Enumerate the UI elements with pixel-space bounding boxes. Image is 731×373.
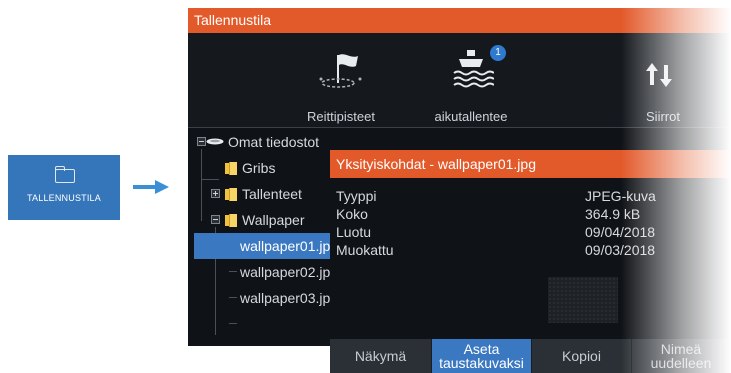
expand-icon[interactable] — [211, 189, 220, 198]
rename-button[interactable]: Nimeä uudelleen — [632, 339, 731, 373]
toolbar: Reittipisteet 1 aikutallentee Siirrot — [188, 33, 731, 128]
copy-button[interactable]: Kopioi — [532, 339, 632, 373]
collapse-icon[interactable] — [197, 137, 206, 146]
prop-value: 09/04/2018 — [585, 224, 656, 240]
folder-icon — [55, 166, 75, 183]
tree-label: Gribs — [242, 160, 276, 176]
boat-recording-icon — [453, 50, 494, 88]
transfer-arrows-icon — [646, 63, 672, 87]
tree-label: Tallenteet — [242, 186, 302, 202]
toolbar-label: aikutallentee — [434, 109, 508, 124]
notification-badge: 1 — [490, 45, 506, 61]
toolbar-label: Reittipisteet — [307, 109, 375, 124]
prop-label: Koko — [336, 206, 368, 222]
folder-icon — [225, 162, 237, 175]
collapse-icon[interactable] — [211, 215, 220, 224]
drive-icon — [206, 138, 224, 145]
tree-label: wallpaper01.jpg — [240, 238, 339, 254]
tree-label: Omat tiedostot — [228, 134, 320, 150]
prop-label: Tyyppi — [336, 188, 377, 204]
toolbar-waypoints[interactable]: Reittipisteet — [276, 33, 406, 128]
toolbar-divider — [188, 127, 731, 128]
folder-icon — [225, 214, 237, 227]
view-button[interactable]: Näkymä — [330, 339, 432, 373]
prop-label: Muokattu — [336, 242, 394, 258]
folder-icon — [225, 188, 237, 201]
prop-value: 364.9 kB — [585, 206, 641, 222]
details-dialog: Yksityiskohdat - wallpaper01.jpg Tyyppi … — [330, 150, 731, 373]
arrow-right-icon — [133, 180, 169, 194]
set-wallpaper-button[interactable]: Aseta taustakuvaksi — [432, 339, 532, 373]
tree-guide — [229, 323, 237, 324]
tree-label: wallpaper02.jpg — [240, 264, 339, 280]
dialog-title: Yksityiskohdat - wallpaper01.jpg — [330, 150, 731, 178]
tree-label: wallpaper03.jpg — [240, 290, 339, 306]
toolbar-label: Siirrot — [646, 109, 680, 124]
storage-launcher-tile[interactable]: TALLENNUSTILA — [8, 155, 120, 220]
toolbar-recordings[interactable]: 1 aikutallentee — [416, 33, 526, 128]
waypoint-flag-icon — [319, 54, 362, 88]
tree-label: Wallpaper — [242, 212, 305, 228]
toolbar-transfers[interactable]: Siirrot — [628, 33, 698, 128]
prop-value: 09/03/2018 — [585, 242, 656, 258]
dialog-button-bar: Näkymä Aseta taustakuvaksi Kopioi Nimeä … — [330, 339, 731, 373]
prop-value: JPEG-kuva — [585, 188, 656, 204]
window-title: Tallennustila — [188, 8, 731, 33]
launcher-label: TALLENNUSTILA — [27, 193, 101, 203]
image-thumbnail — [548, 277, 618, 323]
prop-label: Luotu — [336, 224, 372, 240]
